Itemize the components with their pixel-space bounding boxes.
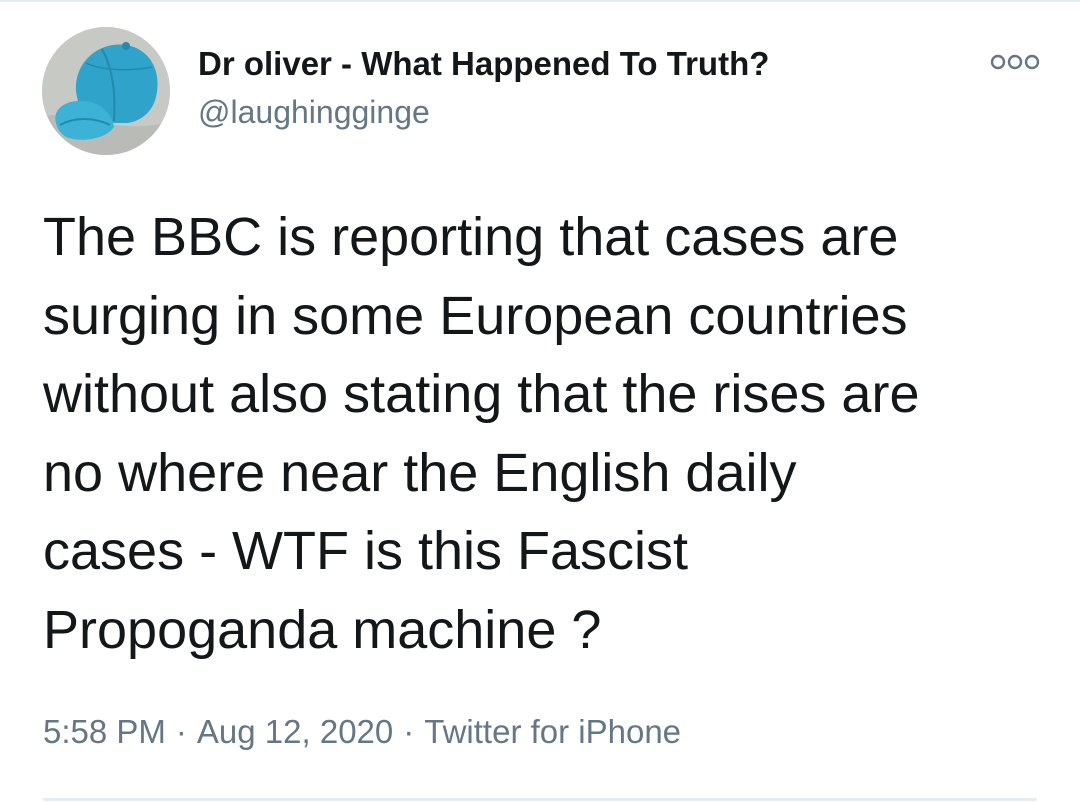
meta-separator: · bbox=[175, 713, 187, 750]
more-options-icon bbox=[990, 54, 1040, 70]
tweet-date-link[interactable]: Aug 12, 2020 bbox=[197, 713, 393, 750]
tweet-time: 5:58 PM bbox=[43, 713, 166, 750]
more-options-button[interactable] bbox=[982, 44, 1048, 80]
tweet-time-link[interactable]: 5:58 PM bbox=[43, 713, 166, 750]
author-handle[interactable]: @laughingginge bbox=[198, 90, 769, 134]
tweet-card: Dr oliver - What Happened To Truth? @lau… bbox=[0, 0, 1080, 802]
tweet-text: The BBC is reporting that cases are surg… bbox=[43, 207, 920, 660]
author-block[interactable]: Dr oliver - What Happened To Truth? @lau… bbox=[198, 42, 769, 134]
tweet-date: Aug 12, 2020 bbox=[196, 713, 394, 750]
avatar[interactable] bbox=[42, 27, 170, 155]
bottom-divider bbox=[43, 798, 1037, 801]
author-display-name[interactable]: Dr oliver - What Happened To Truth? bbox=[198, 42, 769, 86]
blue-cap-photo-icon bbox=[42, 27, 170, 155]
meta-separator: · bbox=[403, 713, 415, 750]
tweet-source-link[interactable]: Twitter for iPhone bbox=[424, 713, 681, 750]
tweet-metadata: 5:58 PM · Aug 12, 2020 · Twitter for iPhone bbox=[43, 710, 681, 754]
tweet-source: Twitter for iPhone bbox=[424, 713, 682, 750]
